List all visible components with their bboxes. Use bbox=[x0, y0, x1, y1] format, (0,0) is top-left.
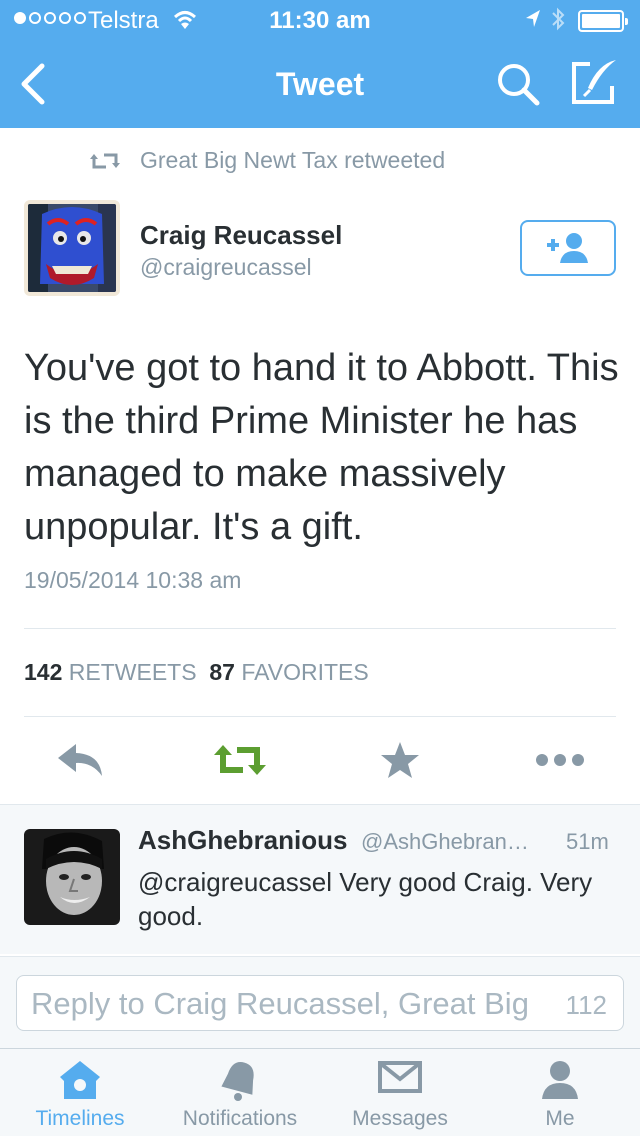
divider bbox=[24, 716, 616, 717]
tab-label: Timelines bbox=[35, 1107, 125, 1130]
tweet-stats: 142 RETWEETS 87 FAVORITES bbox=[24, 659, 369, 686]
more-button[interactable] bbox=[530, 730, 590, 790]
retweets-count: 142 bbox=[24, 659, 63, 685]
favorites-stat[interactable]: 87 FAVORITES bbox=[209, 659, 368, 685]
author-handle[interactable]: @craigreucassel bbox=[140, 254, 312, 281]
favorite-button[interactable] bbox=[370, 730, 430, 790]
reply-text: @craigreucassel Very good Craig. Very go… bbox=[138, 867, 593, 931]
star-icon bbox=[381, 742, 419, 778]
favorites-count: 87 bbox=[209, 659, 235, 685]
retweet-icon bbox=[214, 745, 266, 775]
retweet-icon bbox=[90, 153, 120, 168]
reply-avatar[interactable] bbox=[24, 829, 120, 925]
reply-author-name[interactable]: AshGhebranious bbox=[138, 825, 347, 856]
retweets-stat[interactable]: 142 RETWEETS bbox=[24, 659, 197, 685]
favorites-label: FAVORITES bbox=[241, 659, 369, 685]
follow-button[interactable] bbox=[520, 220, 616, 276]
more-icon bbox=[536, 754, 584, 766]
reply-item[interactable]: AshGhebranious @AshGhebran… 51m @craigre… bbox=[0, 804, 640, 954]
reply-input-placeholder: Reply to Craig Reucassel, Great Big bbox=[31, 986, 529, 1021]
reply-button[interactable] bbox=[50, 730, 110, 790]
top-bar: Telstra 11:30 am Tweet bbox=[0, 0, 640, 128]
search-button[interactable] bbox=[494, 60, 542, 108]
home-icon bbox=[60, 1061, 100, 1099]
retweets-label: RETWEETS bbox=[68, 659, 197, 685]
location-arrow-icon bbox=[524, 8, 542, 37]
tab-me[interactable]: Me bbox=[480, 1049, 640, 1136]
author-name[interactable]: Craig Reucassel bbox=[140, 220, 342, 251]
tweet-timestamp: 19/05/2014 10:38 am bbox=[24, 567, 242, 593]
reply-icon bbox=[58, 744, 102, 776]
retweet-button[interactable] bbox=[210, 730, 270, 790]
search-icon bbox=[498, 64, 540, 106]
person-icon bbox=[542, 1061, 578, 1099]
reply-time: 51m bbox=[566, 829, 609, 854]
bluetooth-icon bbox=[550, 6, 566, 39]
status-bar: Telstra 11:30 am bbox=[0, 0, 640, 40]
status-time: 11:30 am bbox=[269, 7, 371, 34]
battery-icon bbox=[578, 10, 628, 32]
reply-composer: Reply to Craig Reucassel, Great Big 112 bbox=[0, 956, 640, 1048]
compose-button[interactable] bbox=[568, 58, 620, 108]
char-count: 112 bbox=[565, 990, 607, 1020]
compose-icon bbox=[572, 60, 616, 104]
reply-input[interactable]: Reply to Craig Reucassel, Great Big 112 bbox=[16, 975, 624, 1031]
tab-notifications[interactable]: Notifications bbox=[160, 1049, 320, 1136]
page-title: Tweet bbox=[275, 66, 365, 102]
tab-label: Messages bbox=[352, 1107, 448, 1130]
tab-bar: Timelines Notifications Messages Me bbox=[0, 1048, 640, 1136]
tab-timelines[interactable]: Timelines bbox=[0, 1049, 160, 1136]
tweet-text: You've got to hand it to Abbott. This is… bbox=[24, 347, 619, 548]
bell-icon bbox=[221, 1062, 254, 1101]
tab-messages[interactable]: Messages bbox=[320, 1049, 480, 1136]
retweet-context-text: Great Big Newt Tax retweeted bbox=[140, 147, 446, 173]
tab-label: Notifications bbox=[182, 1107, 298, 1130]
divider bbox=[24, 628, 616, 629]
tweet-actions bbox=[0, 730, 640, 790]
envelope-icon bbox=[378, 1061, 422, 1093]
tab-label: Me bbox=[545, 1107, 575, 1130]
reply-author-handle[interactable]: @AshGhebran… bbox=[361, 829, 529, 855]
retweet-context[interactable]: Great Big Newt Tax retweeted bbox=[90, 147, 445, 174]
author-avatar[interactable] bbox=[24, 200, 120, 296]
add-user-icon bbox=[547, 233, 588, 263]
